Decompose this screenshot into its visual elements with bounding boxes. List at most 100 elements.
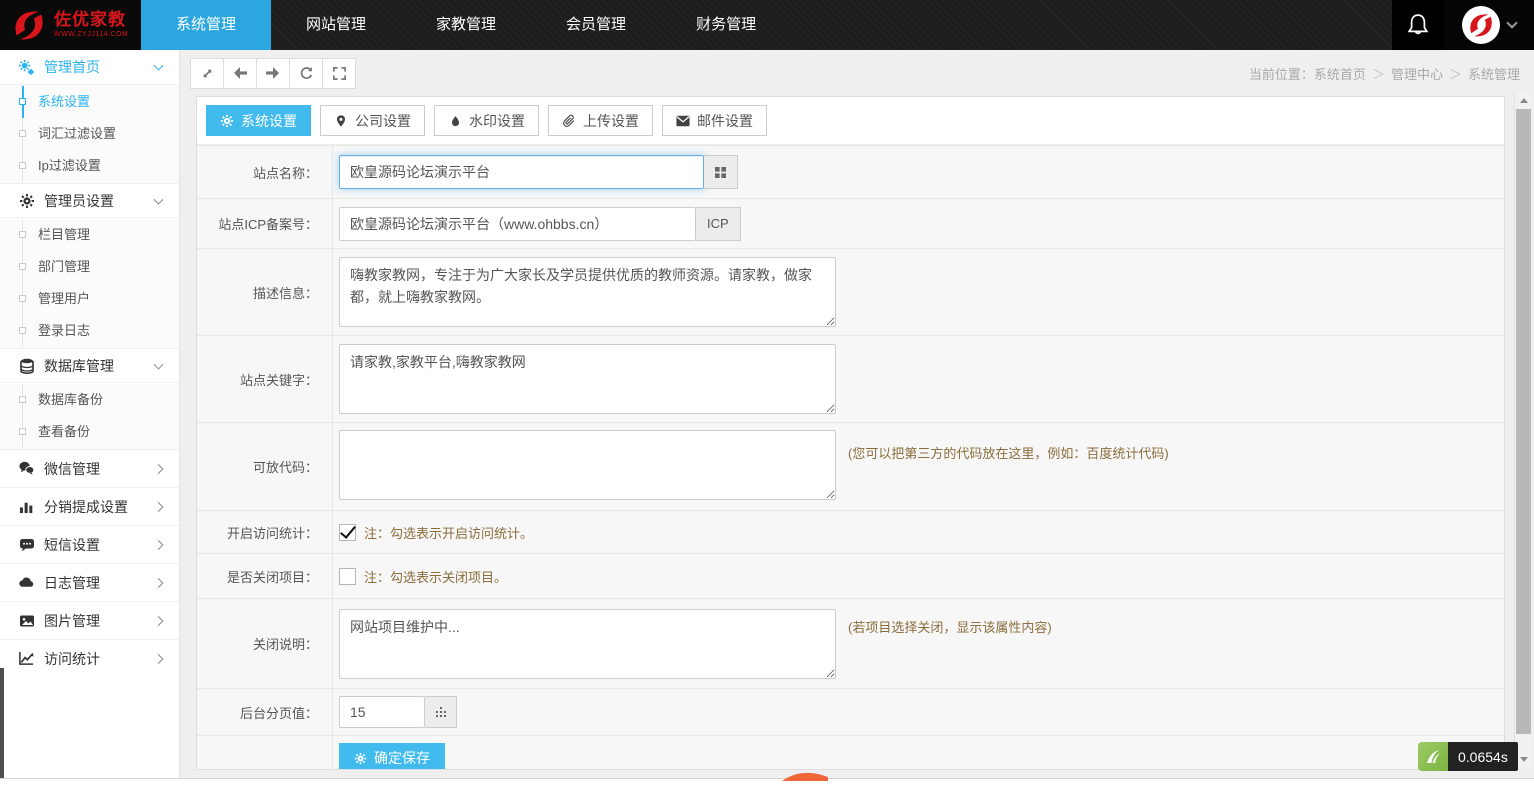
back-button[interactable]: [223, 58, 257, 89]
bell-icon: [1406, 13, 1430, 37]
forward-button[interactable]: [256, 58, 290, 89]
user-menu[interactable]: [1444, 0, 1534, 50]
code-hint: (您可以把第三方的代码放在这里，例如：百度统计代码): [848, 443, 1169, 462]
chevron-right-icon: [154, 616, 164, 626]
visit-stats-row: 开启访问统计： 注：勾选表示开启访问统计。: [197, 511, 1504, 554]
save-row: 确定保存: [197, 736, 1504, 770]
keywords-row: 站点关键字： 请家教,家教平台,嗨教家教网: [197, 336, 1504, 423]
sidebar-group-logs[interactable]: 日志管理: [0, 563, 179, 601]
debug-time-badge[interactable]: 0.0654s: [1418, 742, 1518, 771]
close-note-hint: (若项目选择关闭，显示该属性内容): [848, 617, 1052, 636]
breadcrumb-prefix: 当前位置：: [1249, 67, 1314, 82]
tree-bullet: [19, 130, 26, 137]
dots-grid-icon: [435, 707, 447, 718]
sidebar-group-label: 图片管理: [44, 611, 100, 631]
sidebar-group-visit-stats[interactable]: 访问统计: [0, 639, 179, 677]
sidebar-item-db-backup[interactable]: 数据库备份: [0, 384, 179, 416]
scroll-up-arrow[interactable]: [1515, 93, 1532, 108]
breadcrumb-admin-center[interactable]: 管理中心: [1391, 67, 1443, 82]
fullscreen-button[interactable]: [322, 58, 356, 89]
tab-upload-settings[interactable]: 上传设置: [548, 105, 653, 136]
sidebar-item-admin-users[interactable]: 管理用户: [0, 283, 179, 315]
sidebar-item-view-backups[interactable]: 查看备份: [0, 416, 179, 448]
sidebar-item-system-settings[interactable]: 系统设置: [0, 86, 179, 118]
tree-bullet: [19, 231, 26, 238]
sidebar: 管理首页 系统设置 词汇过滤设置 Ip过滤设置 管理员设置 栏目管理 部门管理 …: [0, 50, 180, 786]
nav-item-website[interactable]: 网站管理: [271, 0, 401, 50]
settings-form: 站点名称： 站点ICP备案号： ICP: [197, 145, 1504, 770]
sidebar-group-label: 分销提成设置: [44, 497, 128, 517]
icp-addon: ICP: [696, 207, 741, 241]
breadcrumb-current: 系统管理: [1468, 67, 1520, 82]
expand-diagonal-button[interactable]: [190, 58, 224, 89]
page-size-input[interactable]: [339, 696, 425, 728]
arrow-left-icon: [232, 66, 248, 80]
icp-input[interactable]: [339, 207, 696, 241]
sidebar-group-sms[interactable]: 短信设置: [0, 525, 179, 563]
chevron-down-icon: [154, 359, 164, 369]
breadcrumb-home[interactable]: 系统首页: [1314, 67, 1366, 82]
save-row-spacer: [197, 736, 333, 770]
refresh-button[interactable]: [289, 58, 323, 89]
close-project-note: 注：勾选表示关闭项目。: [364, 567, 507, 586]
sidebar-group-wechat[interactable]: 微信管理: [0, 449, 179, 487]
gears-icon: [18, 59, 35, 76]
grid-addon-button[interactable]: [704, 155, 738, 189]
sidebar-item-columns[interactable]: 栏目管理: [0, 219, 179, 251]
sidebar-group-label: 访问统计: [44, 649, 100, 669]
sidebar-item-label: Ip过滤设置: [38, 158, 101, 173]
description-textarea[interactable]: 嗨教家教网，专注于为广大家长及学员提供优质的教师资源。请家教，做家都，就上嗨教家…: [339, 257, 836, 327]
logo-subtitle: WWW.ZYJJ114.COM: [54, 31, 128, 38]
nav-item-system[interactable]: 系统管理: [141, 0, 271, 50]
sidebar-item-label: 管理用户: [38, 291, 90, 306]
tab-label: 水印设置: [469, 111, 525, 131]
droplet-icon: [448, 114, 462, 128]
sidebar-group-commission[interactable]: 分销提成设置: [0, 487, 179, 525]
scrollbar-thumb[interactable]: [1516, 109, 1531, 734]
sidebar-group-label: 管理员设置: [44, 191, 114, 211]
sidebar-group-admin-home[interactable]: 管理首页: [0, 50, 179, 84]
sidebar-item-login-logs[interactable]: 登录日志: [0, 315, 179, 347]
refresh-icon: [299, 66, 314, 81]
debug-time-label: 0.0654s: [1448, 742, 1518, 771]
sidebar-item-ip-filter[interactable]: Ip过滤设置: [0, 150, 179, 182]
tab-watermark-settings[interactable]: 水印设置: [434, 105, 539, 136]
close-project-checkbox[interactable]: [339, 568, 356, 585]
logo-title: 佐优家教: [54, 11, 128, 29]
tab-mail-settings[interactable]: 邮件设置: [662, 105, 767, 136]
nav-item-members[interactable]: 会员管理: [531, 0, 661, 50]
code-textarea[interactable]: [339, 430, 836, 500]
envelope-icon: [676, 114, 690, 128]
brand-logo-icon: [10, 6, 48, 44]
page-size-label: 后台分页值：: [197, 689, 333, 735]
arrow-right-icon: [265, 66, 281, 80]
footer-partial-logo: [782, 771, 828, 781]
tab-company-settings[interactable]: 公司设置: [320, 105, 425, 136]
tab-system-settings[interactable]: 系统设置: [206, 105, 311, 136]
chevron-right-icon: [154, 578, 164, 588]
save-button[interactable]: 确定保存: [339, 743, 445, 770]
image-icon: [18, 612, 35, 629]
site-name-row: 站点名称：: [197, 146, 1504, 199]
tab-label: 上传设置: [583, 111, 639, 131]
description-row: 描述信息： 嗨教家教网，专注于为广大家长及学员提供优质的教师资源。请家教，做家都…: [197, 249, 1504, 336]
notifications-button[interactable]: [1392, 0, 1444, 50]
sidebar-item-departments[interactable]: 部门管理: [0, 251, 179, 283]
nav-item-tutoring[interactable]: 家教管理: [401, 0, 531, 50]
tab-label: 系统设置: [241, 111, 297, 131]
site-name-input[interactable]: [339, 155, 704, 189]
keywords-textarea[interactable]: 请家教,家教平台,嗨教家教网: [339, 344, 836, 414]
page-size-addon-button[interactable]: [425, 696, 457, 728]
close-note-row: 关闭说明： 网站项目维护中... (若项目选择关闭，显示该属性内容): [197, 599, 1504, 689]
sidebar-group-images[interactable]: 图片管理: [0, 601, 179, 639]
nav-item-finance[interactable]: 财务管理: [661, 0, 791, 50]
close-note-textarea[interactable]: 网站项目维护中...: [339, 609, 836, 679]
tab-label: 邮件设置: [697, 111, 753, 131]
sidebar-group-database[interactable]: 数据库管理: [0, 348, 179, 382]
sidebar-group-admin-settings[interactable]: 管理员设置: [0, 183, 179, 217]
visit-stats-checkbox[interactable]: [339, 524, 356, 541]
expand-diagonal-icon: [200, 66, 215, 81]
sidebar-item-word-filter[interactable]: 词汇过滤设置: [0, 118, 179, 150]
vertical-scrollbar[interactable]: [1514, 93, 1531, 767]
icp-label: 站点ICP备案号：: [197, 199, 333, 248]
